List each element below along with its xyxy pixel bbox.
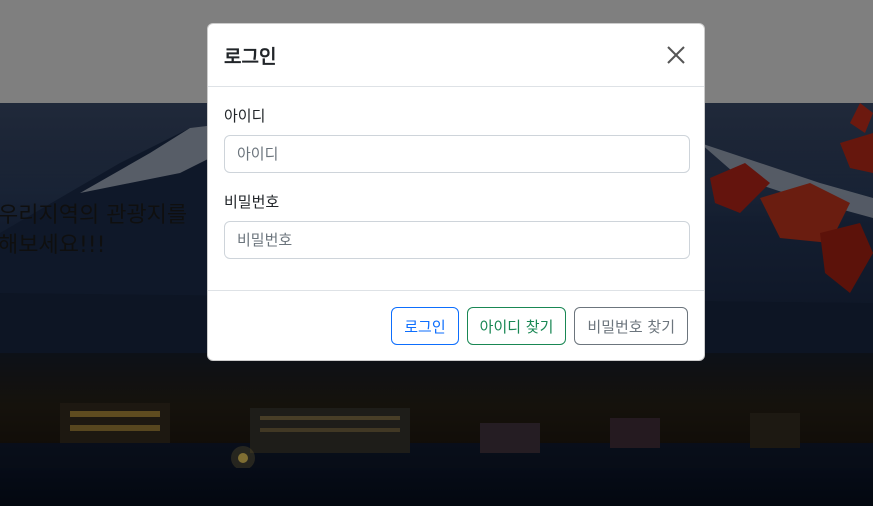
modal-body: 아이디 비밀번호 [208, 87, 704, 291]
find-password-button[interactable]: 비밀번호 찾기 [574, 307, 688, 345]
password-label: 비밀번호 [224, 193, 280, 211]
password-input[interactable] [224, 221, 690, 259]
id-label: 아이디 [224, 107, 266, 125]
login-button[interactable]: 로그인 [391, 307, 459, 345]
modal-title: 로그인 [224, 45, 277, 68]
modal-footer: 로그인 아이디 찾기 비밀번호 찾기 [208, 291, 704, 361]
close-icon [667, 46, 685, 64]
close-button[interactable] [664, 43, 688, 67]
login-modal: 로그인 아이디 비밀번호 로그인 아이디 찾기 비밀번호 찾기 [207, 23, 705, 361]
find-id-button[interactable]: 아이디 찾기 [466, 307, 567, 345]
modal-header: 로그인 [208, 24, 704, 87]
id-input[interactable] [224, 135, 690, 173]
